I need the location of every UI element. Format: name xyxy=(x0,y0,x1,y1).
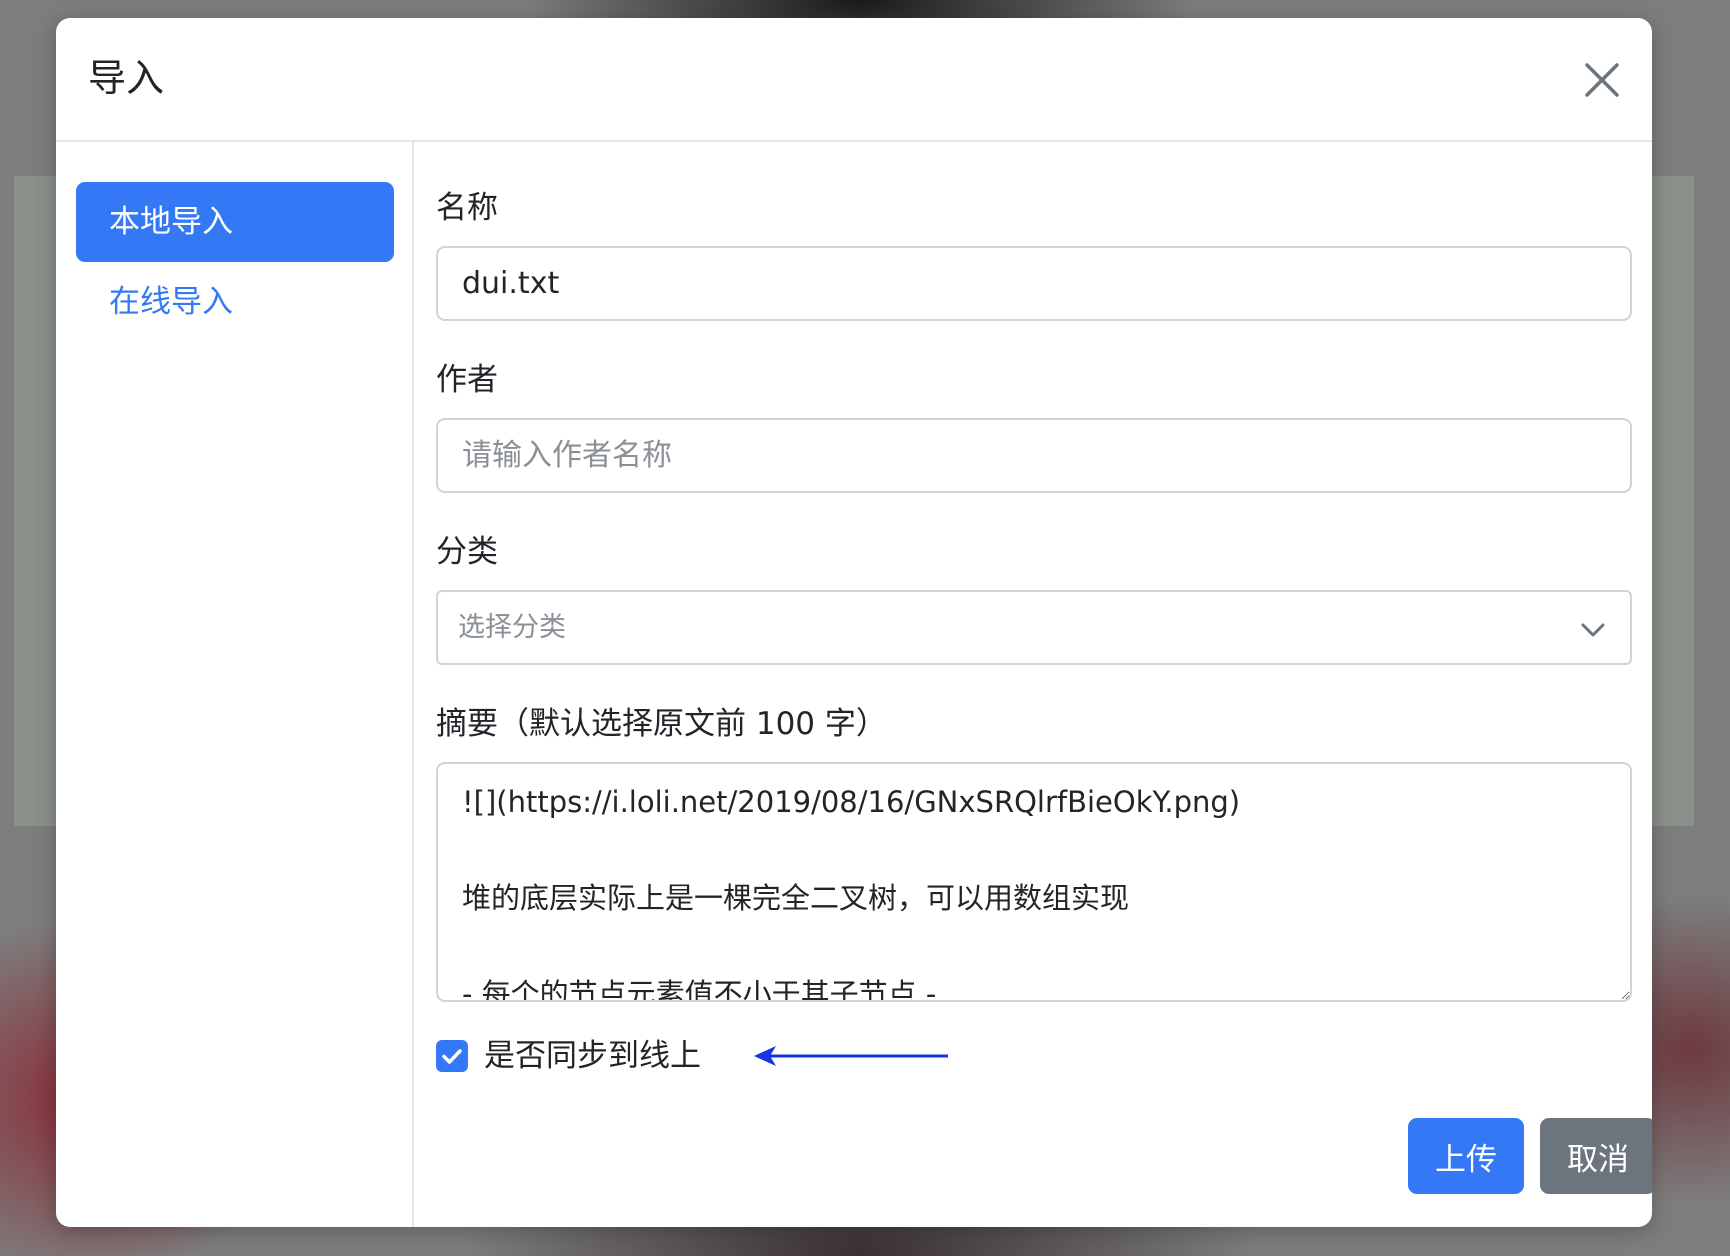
category-select-placeholder: 选择分类 xyxy=(458,612,566,643)
name-input[interactable] xyxy=(436,246,1632,321)
sidebar-item-online-import[interactable]: 在线导入 xyxy=(76,262,394,342)
cancel-button[interactable]: 取消 xyxy=(1540,1118,1652,1194)
close-button[interactable] xyxy=(1578,56,1626,104)
category-label: 分类 xyxy=(436,534,498,570)
upload-button[interactable]: 上传 xyxy=(1408,1118,1524,1194)
sidebar-item-local-import[interactable]: 本地导入 xyxy=(76,182,394,262)
summary-textarea[interactable]: ![](https://i.loli.net/2019/08/16/GNxSRQ… xyxy=(436,762,1632,1002)
check-icon xyxy=(442,1049,462,1064)
modal-title: 导入 xyxy=(88,56,165,100)
category-select[interactable]: 选择分类 xyxy=(436,590,1632,665)
name-label: 名称 xyxy=(436,190,498,226)
close-icon xyxy=(1585,63,1619,97)
arrow-left-icon xyxy=(754,1046,948,1066)
sidebar: 本地导入 在线导入 xyxy=(56,142,414,1227)
author-label: 作者 xyxy=(436,362,498,398)
modal-header: 导入 xyxy=(56,18,1652,142)
chevron-down-icon xyxy=(1581,623,1605,637)
sync-checkbox[interactable] xyxy=(436,1040,468,1072)
sync-checkbox-label: 是否同步到线上 xyxy=(484,1038,701,1074)
summary-label: 摘要（默认选择原文前 100 字） xyxy=(436,706,887,742)
author-input[interactable] xyxy=(436,418,1632,493)
import-modal: 导入 本地导入 在线导入 名称 作者 分类 选择分类 摘要（默认选择原文前 10… xyxy=(56,18,1652,1227)
